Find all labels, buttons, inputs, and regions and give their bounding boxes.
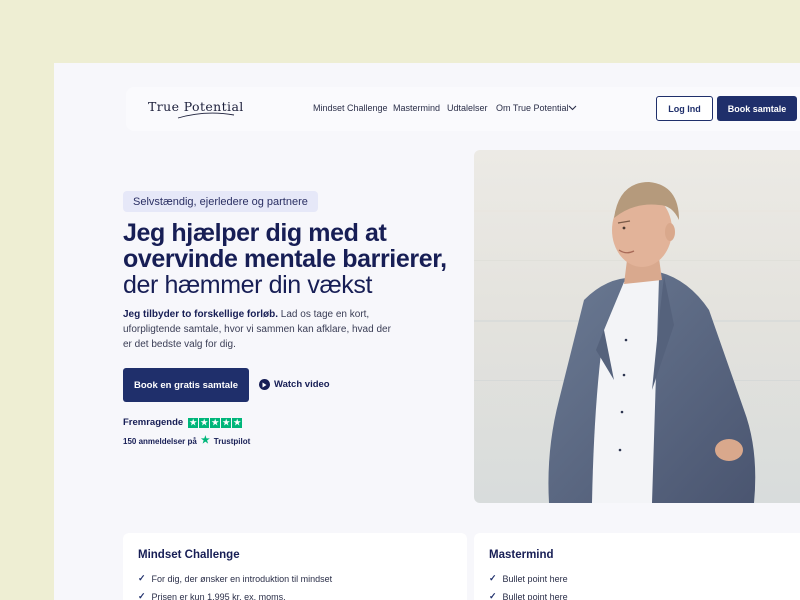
audience-badge: Selvstændig, ejerledere og partnere <box>123 191 318 212</box>
hero-portrait-photo <box>474 150 800 503</box>
hero-intro-bold: Jeg tilbyder to forskellige forløb. <box>123 309 279 320</box>
star-icon: ★ <box>210 417 221 428</box>
play-icon[interactable] <box>259 379 270 390</box>
card-mindset-challenge[interactable]: Mindset Challenge ✓ For dig, der ønsker … <box>123 533 467 600</box>
check-icon: ✓ <box>489 591 497 600</box>
star-icon: ★ <box>199 417 210 428</box>
card-title: Mastermind <box>489 549 554 561</box>
list-item: ✓ Bullet point here <box>489 573 568 584</box>
watch-video-link[interactable]: Watch video <box>259 379 330 390</box>
list-item: ✓ Prisen er kun 1.995 kr. ex. moms. <box>138 591 286 600</box>
book-free-call-button[interactable]: Book en gratis samtale <box>123 368 249 402</box>
trustpilot-rating: Fremragende ★ ★ ★ ★ ★ <box>123 417 243 428</box>
rating-label: Fremragende <box>123 417 184 428</box>
nav-udtalelser[interactable]: Udtalelser <box>447 103 488 113</box>
trustpilot-reviews[interactable]: 150 anmeldelser på ★ Trustpilot <box>123 436 250 446</box>
star-icon: ★ <box>232 417 243 428</box>
logo-swoosh-icon <box>177 112 235 119</box>
check-icon: ✓ <box>138 591 146 600</box>
page-canvas: True Potential Mindset Challenge Masterm… <box>54 63 800 600</box>
star-rating: ★ ★ ★ ★ ★ <box>188 417 243 428</box>
list-item-text: Bullet point here <box>502 573 568 584</box>
nav-om-true-potential[interactable]: Om True Potential <box>496 103 569 113</box>
book-samtale-button[interactable]: Book samtale <box>717 96 797 121</box>
chevron-down-icon[interactable] <box>568 105 577 111</box>
trustpilot-star-icon: ★ <box>200 435 210 446</box>
list-item-text: Bullet point here <box>502 591 568 600</box>
trustpilot-label: Trustpilot <box>213 436 251 446</box>
star-icon: ★ <box>188 417 199 428</box>
check-icon: ✓ <box>489 573 497 583</box>
watch-video-label[interactable]: Watch video <box>274 379 330 390</box>
nav-mindset-challenge[interactable]: Mindset Challenge <box>313 103 388 113</box>
list-item-text: Prisen er kun 1.995 kr. ex. moms. <box>151 591 286 600</box>
card-title: Mindset Challenge <box>138 549 240 561</box>
list-item: ✓ Bullet point here <box>489 591 568 600</box>
hero-headline: Jeg hjælper dig med at overvinde mentale… <box>123 219 447 273</box>
star-icon: ★ <box>221 417 232 428</box>
hero-intro: Jeg tilbyder to forskellige forløb. Lad … <box>123 307 398 352</box>
login-button[interactable]: Log Ind <box>656 96 713 121</box>
reviews-count: 150 anmeldelser på <box>123 436 197 446</box>
check-icon: ✓ <box>138 573 146 583</box>
list-item: ✓ For dig, der ønsker en introduktion ti… <box>138 573 332 584</box>
list-item-text: For dig, der ønsker en introduktion til … <box>151 573 333 584</box>
nav-mastermind[interactable]: Mastermind <box>393 103 440 113</box>
card-mastermind[interactable]: Mastermind ✓ Bullet point here ✓ Bullet … <box>474 533 800 600</box>
hero-headline-sub: der hæmmer din vækst <box>123 271 373 299</box>
